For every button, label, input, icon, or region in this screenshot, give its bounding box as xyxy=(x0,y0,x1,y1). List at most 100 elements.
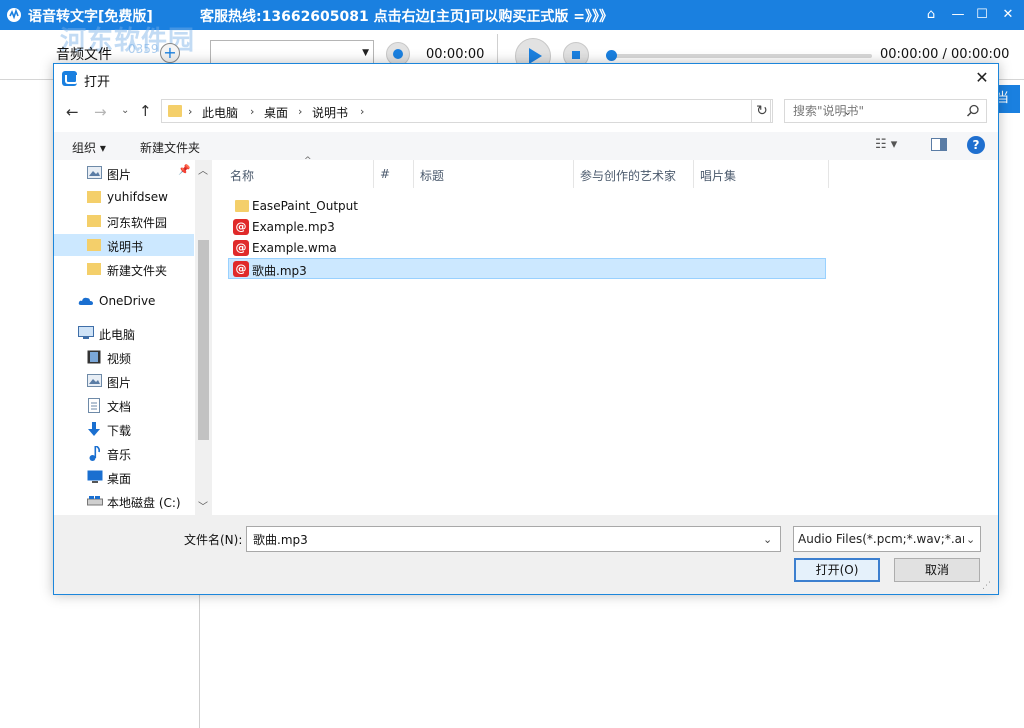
nav-item-label: 说明书 xyxy=(107,240,144,254)
nav-item-documents[interactable]: 文档 xyxy=(54,394,194,416)
folder-icon xyxy=(87,215,101,227)
preview-pane-icon[interactable] xyxy=(931,138,947,151)
help-icon[interactable]: ? xyxy=(967,136,985,154)
change-view-icon[interactable]: ☷ ▾ xyxy=(875,137,915,155)
nav-item-downloads[interactable]: 下载 xyxy=(54,418,194,440)
minimize-icon[interactable]: — xyxy=(948,5,968,25)
chevron-down-icon: ⌄ xyxy=(966,533,976,546)
nav-item-label: 新建文件夹 xyxy=(107,264,168,278)
breadcrumb-separator-icon[interactable]: › xyxy=(298,105,302,118)
watermark-url: 0359 xyxy=(128,42,159,56)
nav-item-new-folder[interactable]: 新建文件夹 xyxy=(54,258,194,280)
folder-icon xyxy=(87,239,101,251)
file-list: 名称 ^ # 标题 参与创作的艺术家 唱片集 EasePaint_Output … xyxy=(212,156,998,515)
file-row[interactable]: EasePaint_Output xyxy=(229,196,827,217)
column-header-title[interactable]: 标题 xyxy=(414,160,574,188)
nav-item-yuhifdsew[interactable]: yuhifdsew xyxy=(54,186,194,208)
filename-input[interactable] xyxy=(247,527,757,551)
breadcrumb-this-pc[interactable]: 此电脑 xyxy=(202,104,238,121)
scrollbar-thumb[interactable] xyxy=(198,240,209,440)
forward-arrow-icon[interactable]: → xyxy=(94,103,107,121)
this-pc-icon xyxy=(78,326,94,339)
breadcrumb-desktop[interactable]: 桌面 xyxy=(264,104,288,121)
music-icon xyxy=(89,446,100,461)
nav-item-desktop[interactable]: 桌面 xyxy=(54,466,194,488)
playback-progress-track[interactable] xyxy=(610,54,872,58)
chevron-down-icon[interactable]: ⌄ xyxy=(763,533,772,546)
sort-ascending-icon: ^ xyxy=(304,156,312,166)
dialog-footer: 文件名(N): ⌄ Audio Files(*.pcm;*.wav;*.amr … xyxy=(54,515,998,594)
folder-icon xyxy=(168,105,182,117)
new-folder-button[interactable]: 新建文件夹 xyxy=(140,139,200,156)
nav-item-pictures-pinned[interactable]: 图片 📌 xyxy=(54,162,194,184)
file-name: EasePaint_Output xyxy=(252,199,358,213)
nav-item-label: OneDrive xyxy=(99,294,156,308)
file-row[interactable]: @ Example.wma xyxy=(229,238,827,259)
search-input[interactable] xyxy=(785,100,965,122)
nav-item-label: 视频 xyxy=(107,352,132,366)
nav-item-manual[interactable]: 说明书 xyxy=(54,234,194,256)
file-name: Example.wma xyxy=(252,241,337,255)
file-name: 歌曲.mp3 xyxy=(252,264,307,278)
breadcrumb-manual[interactable]: 说明书 xyxy=(312,104,348,121)
local-disk-icon xyxy=(87,496,103,506)
organize-button[interactable]: 组织 ▾ xyxy=(72,139,106,156)
dialog-app-icon xyxy=(62,71,78,86)
cancel-button[interactable]: 取消 xyxy=(894,558,980,582)
pin-icon[interactable]: 📌 xyxy=(178,165,190,176)
filename-combobox[interactable]: ⌄ xyxy=(246,526,781,552)
nav-item-label: 本地磁盘 (C:) xyxy=(107,496,181,510)
resize-grip-icon[interactable]: ⋰ xyxy=(982,581,991,591)
search-box[interactable] xyxy=(784,99,987,123)
add-audio-icon[interactable]: + xyxy=(160,43,180,63)
nav-item-music[interactable]: 音乐 xyxy=(54,442,194,464)
playback-progress-knob[interactable] xyxy=(606,50,617,61)
nav-item-label: 桌面 xyxy=(107,472,132,486)
maximize-icon[interactable]: ☐ xyxy=(972,5,992,25)
nav-item-local-disk[interactable]: 本地磁盘 (C:) xyxy=(54,490,194,512)
nav-item-pictures[interactable]: 图片 xyxy=(54,370,194,392)
address-bar[interactable]: › 此电脑 › 桌面 › 说明书 › ⌄ xyxy=(161,99,852,123)
breadcrumb-separator-icon[interactable]: › xyxy=(360,105,364,118)
pictures-icon xyxy=(87,374,102,387)
chevron-up-icon[interactable]: ︿ xyxy=(198,162,208,177)
column-header-artist[interactable]: 参与创作的艺术家 xyxy=(574,160,694,188)
home-icon[interactable]: ⌂ xyxy=(921,5,941,25)
close-icon[interactable]: ✕ xyxy=(998,5,1018,25)
dialog-titlebar: 打开 ✕ xyxy=(54,64,998,94)
column-header-album[interactable]: 唱片集 xyxy=(694,160,829,188)
desktop-icon xyxy=(87,470,103,483)
navigation-scrollbar[interactable]: ︿ ﹀ xyxy=(195,160,212,515)
file-row[interactable]: @ Example.mp3 xyxy=(229,217,827,238)
videos-icon xyxy=(87,350,101,364)
refresh-icon[interactable]: ↻ xyxy=(751,99,773,123)
breadcrumb-separator-icon[interactable]: › xyxy=(250,105,254,118)
pictures-icon xyxy=(87,166,102,179)
file-type-value: Audio Files(*.pcm;*.wav;*.amr xyxy=(798,532,964,546)
chevron-down-icon[interactable]: ﹀ xyxy=(198,498,208,513)
up-arrow-icon[interactable]: ↑ xyxy=(139,102,152,120)
file-type-select[interactable]: Audio Files(*.pcm;*.wav;*.amr ⌄ xyxy=(793,526,981,552)
record-time: 00:00:00 xyxy=(426,47,485,62)
column-header-number[interactable]: # xyxy=(374,160,414,188)
nav-item-this-pc[interactable]: 此电脑 xyxy=(54,322,194,344)
nav-item-label: 河东软件园 xyxy=(107,216,168,230)
back-arrow-icon[interactable]: ← xyxy=(66,103,79,121)
documents-icon xyxy=(88,398,100,413)
chevron-down-icon: ▼ xyxy=(362,48,369,58)
audio-file-button[interactable]: 音频文件 xyxy=(56,44,112,64)
nav-item-hedong[interactable]: 河东软件园 xyxy=(54,210,194,232)
search-icon xyxy=(966,104,979,117)
recent-locations-chevron-icon[interactable]: ⌄ xyxy=(121,105,129,116)
nav-item-videos[interactable]: 视频 xyxy=(54,346,194,368)
open-button[interactable]: 打开(O) xyxy=(794,558,880,582)
nav-item-onedrive[interactable]: OneDrive xyxy=(54,290,194,312)
filename-label: 文件名(N): xyxy=(184,533,243,547)
column-header-name[interactable]: 名称 ^ xyxy=(224,156,374,188)
file-row[interactable]: @ 歌曲.mp3 xyxy=(228,258,826,279)
navigation-pane: 图片 📌 yuhifdsew 河东软件园 说明书 新建文件夹 OneDrive … xyxy=(54,160,212,515)
dialog-title: 打开 xyxy=(84,75,111,90)
nav-item-label: 文档 xyxy=(107,400,132,414)
dialog-close-icon[interactable]: ✕ xyxy=(972,68,992,88)
nav-item-label: 图片 xyxy=(107,168,132,182)
